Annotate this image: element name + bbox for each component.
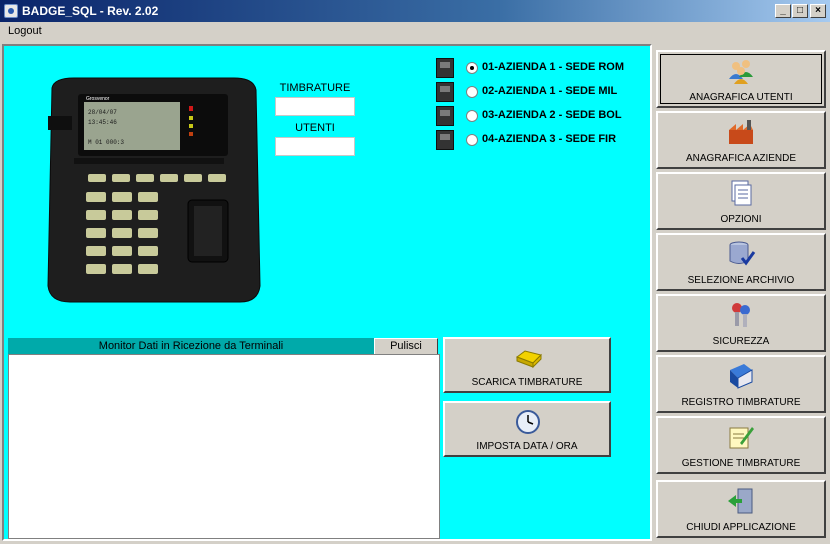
imposta-data-ora-button[interactable]: IMPOSTA DATA / ORA (443, 401, 611, 457)
terminal-icon (436, 58, 454, 78)
sidebar-item-label: ANAGRAFICA AZIENDE (685, 153, 797, 164)
users-icon (729, 60, 753, 84)
documents-icon (731, 180, 752, 206)
monitor-log-area[interactable] (8, 354, 440, 539)
timbrature-count-field (275, 97, 355, 116)
azienda-label: 01-AZIENDA 1 - SEDE ROM (482, 61, 625, 73)
window-title: BADGE_SQL - Rev. 2.02 (22, 4, 159, 18)
terminal-icon (436, 82, 454, 102)
imposta-label: IMPOSTA DATA / ORA (476, 441, 578, 452)
sidebar-item-selezione-archivio[interactable]: SELEZIONE ARCHIVIO (656, 233, 826, 291)
factory-icon (729, 120, 753, 144)
sidebar: ANAGRAFICA UTENTI ANAGRAFICA AZIENDE OPZ… (653, 44, 830, 541)
sidebar-item-label: REGISTRO TIMBRATURE (681, 397, 801, 408)
terminal-brand: Grosvenor (86, 96, 110, 102)
azienda-label: 02-AZIENDA 1 - SEDE MIL (482, 85, 618, 97)
azienda-option-2[interactable]: 02-AZIENDA 1 - SEDE MIL (436, 82, 646, 102)
monitor-header: Monitor Dati in Ricezione da Terminali (8, 338, 374, 354)
radio-unselected[interactable] (466, 110, 478, 122)
terminal-device-image: 28/04/07 13:45:46 M 01 000:3 Grosvenor (47, 77, 261, 303)
menu-bar: Logout (0, 22, 830, 41)
radio-unselected[interactable] (466, 134, 478, 146)
title-bar: BADGE_SQL - Rev. 2.02 _ □ × (0, 0, 830, 22)
utenti-label: UTENTI (295, 122, 335, 134)
terminal-icon (436, 106, 454, 126)
sidebar-item-gestione-timbrature[interactable]: GESTIONE TIMBRATURE (656, 416, 826, 474)
database-check-icon (729, 241, 756, 266)
terminal-icon (436, 130, 454, 150)
sidebar-item-label: ANAGRAFICA UTENTI (689, 92, 793, 103)
close-button[interactable]: × (810, 4, 826, 18)
menu-logout[interactable]: Logout (8, 25, 42, 37)
sidebar-item-sicurezza[interactable]: SICUREZZA (656, 294, 826, 352)
utenti-count-field (275, 137, 355, 156)
sidebar-item-opzioni[interactable]: OPZIONI (656, 172, 826, 230)
azienda-option-4[interactable]: 04-AZIENDA 3 - SEDE FIR (436, 130, 646, 150)
sidebar-item-label: SELEZIONE ARCHIVIO (687, 275, 795, 286)
maximize-button[interactable]: □ (792, 4, 808, 18)
sidebar-item-anagrafica-aziende[interactable]: ANAGRAFICA AZIENDE (656, 111, 826, 169)
sidebar-item-label: CHIUDI APPLICAZIONE (686, 522, 796, 533)
azienda-option-3[interactable]: 03-AZIENDA 2 - SEDE BOL (436, 106, 646, 126)
scarica-timbrature-button[interactable]: SCARICA TIMBRATURE (443, 337, 611, 393)
book-icon (730, 364, 753, 389)
azienda-label: 04-AZIENDA 3 - SEDE FIR (482, 133, 617, 145)
terminal-screen-line-3: M 01 000:3 (88, 139, 124, 146)
sidebar-item-label: SICUREZZA (712, 336, 770, 347)
keys-icon (732, 303, 750, 327)
main-panel: 28/04/07 13:45:46 M 01 000:3 Grosvenor T… (2, 44, 652, 541)
exit-door-icon (728, 488, 753, 514)
clear-button[interactable]: Pulisci (374, 338, 438, 355)
minimize-button[interactable]: _ (775, 4, 791, 18)
sidebar-item-anagrafica-utenti[interactable]: ANAGRAFICA UTENTI (656, 50, 826, 108)
sidebar-item-chiudi-applicazione[interactable]: CHIUDI APPLICAZIONE (656, 480, 826, 538)
clock-icon (516, 410, 540, 434)
tray-icon (515, 350, 542, 369)
sidebar-item-label: OPZIONI (720, 214, 762, 225)
azienda-option-1[interactable]: 01-AZIENDA 1 - SEDE ROM (436, 58, 646, 78)
app-icon (4, 4, 18, 18)
terminal-screen-line-1: 28/04/07 (88, 109, 117, 116)
scarica-label: SCARICA TIMBRATURE (471, 377, 583, 388)
notepad-pencil-icon (729, 427, 754, 449)
radio-selected[interactable] (466, 62, 478, 74)
timbrature-label: TIMBRATURE (279, 82, 351, 94)
radio-unselected[interactable] (466, 86, 478, 98)
sidebar-item-registro-timbrature[interactable]: REGISTRO TIMBRATURE (656, 355, 826, 413)
sidebar-item-label: GESTIONE TIMBRATURE (681, 458, 801, 469)
terminal-screen-line-2: 13:45:46 (88, 119, 117, 126)
azienda-label: 03-AZIENDA 2 - SEDE BOL (482, 109, 622, 121)
